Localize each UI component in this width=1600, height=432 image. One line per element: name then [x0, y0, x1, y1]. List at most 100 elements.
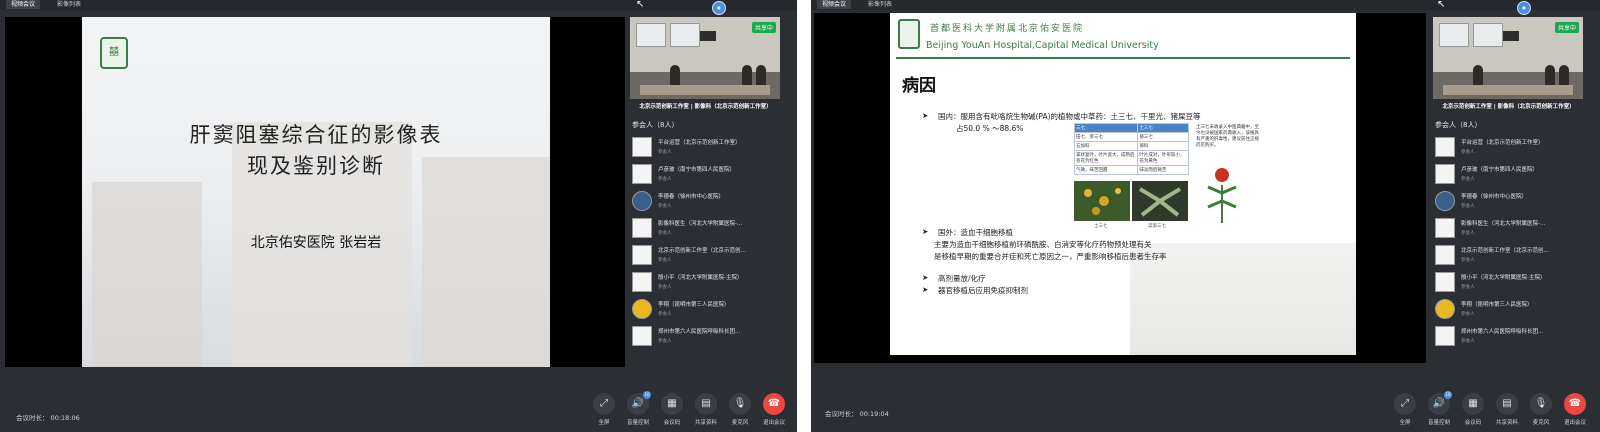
meeting-code-button[interactable]: ▦ 会议码 — [656, 393, 688, 426]
avatar — [1435, 164, 1455, 184]
share-files-button[interactable]: ▤ 共享资料 — [1491, 393, 1523, 426]
list-item[interactable]: 李德春（徐州市中心医院） 参会人 — [1435, 190, 1591, 217]
participant-name: 李翔（昆明市第三人民医院） — [658, 302, 730, 308]
participant-role: 参会人 — [1461, 285, 1475, 290]
tab-image-list[interactable]: 影像列表 — [863, 0, 897, 9]
participant-role: 参会人 — [1461, 339, 1475, 344]
presentation-slide: 囍 肝窦阻塞综合征的影像表 现及鉴别诊断 北京佑安医院 张岩岩 — [82, 17, 550, 367]
herb-comparison-table: 三七 土三七 田七、参三七 菊三七 五加科 菊科 掌状复叶，叶片宽大，成熟后有花为红色… — [1073, 123, 1189, 175]
list-item[interactable]: 殷小平（河北大学附属医院-主院） 参会人 — [632, 271, 788, 298]
tab-image-list[interactable]: 影像列表 — [52, 0, 86, 9]
bullet-arrow-icon: ➤ — [922, 273, 929, 282]
camera-caption: 北京示范创新工作室 | 影像科（北京示范创新工作室） — [639, 104, 772, 110]
camera-feed[interactable]: 共享中 — [1433, 17, 1583, 99]
volume-button[interactable]: 🔊 10 音量控制 — [1423, 391, 1455, 426]
meeting-screen-1: 视频会议 影像列表 ↖ ● 囍 肝窦阻塞综合征的影像表 现及鉴别诊断 北京佑安医… — [0, 0, 797, 432]
bullet-1-line2: 占50.0 % ～88.6% — [956, 124, 1024, 133]
list-item[interactable]: 李翔（昆明市第三人民医院） 参会人 — [632, 298, 788, 325]
plant-photo-left — [1074, 181, 1130, 221]
hang-up-icon: ☎ — [763, 393, 785, 415]
share-files-button[interactable]: ▤ 共享资料 — [690, 393, 722, 426]
slide-heading: 病因 — [902, 76, 936, 96]
list-item[interactable]: 北京示范创新工作室（北京示范创... 参会人 — [1435, 244, 1591, 271]
list-item[interactable]: 卢彦玻（南宁市第四人民医院） 参会人 — [632, 163, 788, 190]
volume-button[interactable]: 🔊 10 音量控制 — [622, 391, 654, 426]
bullet-arrow-icon: ➤ — [922, 111, 929, 120]
hospital-name-cn: 首都医科大学附属北京佑安医院 — [930, 24, 1085, 34]
avatar — [1435, 245, 1455, 265]
avatar — [632, 299, 652, 319]
user-avatar[interactable]: ● — [712, 1, 726, 15]
participant-list: 平台运营（北京示范创新工作室） 参会人 卢彦玻（南宁市第四人民医院） 参会人 李德春… — [1435, 136, 1591, 352]
participant-name: 北京示范创新工作室（北京示范创... — [1461, 248, 1549, 254]
tab-video-meeting[interactable]: 视频会议 — [6, 0, 41, 9]
participant-role: 参会人 — [1461, 150, 1475, 155]
fullscreen-button[interactable]: ⤢ 全屏 — [588, 393, 620, 426]
microphone-button[interactable]: 🎙 麦克风 — [1525, 393, 1557, 426]
fullscreen-button[interactable]: ⤢ 全屏 — [1389, 393, 1421, 426]
meeting-duration: 会议时长： 00:18:06 — [16, 414, 80, 422]
participant-role: 参会人 — [658, 204, 672, 209]
list-item[interactable]: 李翔（昆明市第三人民医院） 参会人 — [1435, 298, 1591, 325]
list-item[interactable]: 郑州市第六人民医院呼吸科长团... 参会人 — [632, 325, 788, 352]
hospital-logo-icon — [898, 19, 920, 49]
mouse-cursor-icon: ↖ — [1437, 0, 1446, 10]
leave-meeting-button[interactable]: ☎ 退出会议 — [758, 393, 790, 426]
bullet-4: 器官移植后应用免疫抑制剂 — [938, 286, 1028, 295]
avatar — [632, 137, 652, 157]
microphone-icon: 🎙 — [729, 393, 751, 415]
document-icon: ▤ — [1496, 393, 1518, 415]
leave-meeting-button[interactable]: ☎ 退出会议 — [1559, 393, 1591, 426]
slide-title-line2: 现及鉴别诊断 — [247, 154, 385, 178]
user-avatar[interactable]: ● — [1517, 1, 1531, 15]
list-item[interactable]: 平台运营（北京示范创新工作室） 参会人 — [632, 136, 788, 163]
top-tab-bar: 视频会议 影像列表 — [0, 0, 797, 10]
participant-role: 参会人 — [658, 312, 672, 317]
presentation-slide: 首都医科大学附属北京佑安医院 Beijing YouAn Hospital,Ca… — [890, 13, 1356, 355]
caption-left: 土三七 — [1094, 224, 1108, 229]
fullscreen-icon: ⤢ — [1394, 393, 1416, 415]
participant-role: 参会人 — [1461, 312, 1475, 317]
bullet-arrow-icon: ➤ — [922, 227, 929, 236]
participant-name: 影像科医生（河北大学附属医院-... — [1461, 221, 1546, 227]
list-item[interactable]: 平台运营（北京示范创新工作室） 参会人 — [1435, 136, 1591, 163]
participant-role: 参会人 — [658, 258, 672, 263]
participant-role: 参会人 — [658, 285, 672, 290]
participant-name: 北京示范创新工作室（北京示范创... — [658, 248, 746, 254]
participant-role: 参会人 — [658, 177, 672, 182]
slide-title-line1: 肝窦阻塞综合征的影像表 — [189, 123, 443, 147]
hang-up-icon: ☎ — [1564, 393, 1586, 415]
volume-badge: 10 — [643, 391, 651, 399]
tab-video-meeting[interactable]: 视频会议 — [817, 0, 852, 9]
participant-name: 郑州市第六人民医院呼吸科长团... — [658, 329, 741, 335]
list-item[interactable]: 郑州市第六人民医院呼吸科长团... 参会人 — [1435, 325, 1591, 352]
slide-presenter: 北京佑安医院 张岩岩 — [250, 235, 382, 251]
hospital-name-en: Beijing YouAn Hospital,Capital Medical U… — [926, 40, 1159, 51]
herb-note: 土三七未收录入中医典籍中，至今也没被国家药典收入，该植具有严重的肝毒性，建议前往… — [1196, 125, 1259, 148]
volume-badge: 10 — [1444, 391, 1452, 399]
list-item[interactable]: 卢彦玻（南宁市第四人民医院） 参会人 — [1435, 163, 1591, 190]
bullet-1-line1: 国内：服用含有吡咯烷生物碱(PA)的植物或中草药：土三七、千里光、猪屎豆等 — [938, 112, 1201, 121]
participant-name: 李德春（徐州市中心医院） — [658, 194, 725, 200]
hospital-logo-icon: 囍 — [100, 37, 128, 69]
participant-role: 参会人 — [658, 339, 672, 344]
participants-title: 参会人（8人） — [632, 121, 679, 129]
list-item[interactable]: 影像科医生（河北大学附属医院-... 参会人 — [632, 217, 788, 244]
avatar — [632, 164, 652, 184]
top-tab-bar: 视频会议 影像列表 — [811, 0, 1600, 10]
meeting-code-button[interactable]: ▦ 会议码 — [1457, 393, 1489, 426]
participant-role: 参会人 — [1461, 204, 1475, 209]
list-item[interactable]: 殷小平（河北大学附属医院-主院） 参会人 — [1435, 271, 1591, 298]
participant-name: 卢彦玻（南宁市第四人民医院） — [658, 167, 736, 173]
participant-name: 平台运营（北京示范创新工作室） — [658, 140, 741, 146]
camera-feed[interactable]: 共享中 — [630, 17, 780, 99]
bullet-3: 高剂量放/化疗 — [938, 274, 986, 283]
camera-caption: 北京示范创新工作室 | 影像科（北京示范创新工作室） — [1442, 104, 1575, 110]
document-icon: ▤ — [695, 393, 717, 415]
microphone-button[interactable]: 🎙 麦克风 — [724, 393, 756, 426]
list-item[interactable]: 李德春（徐州市中心医院） 参会人 — [632, 190, 788, 217]
participant-name: 卢彦玻（南宁市第四人民医院） — [1461, 167, 1539, 173]
qr-code-icon: ▦ — [1462, 393, 1484, 415]
list-item[interactable]: 北京示范创新工作室（北京示范创... 参会人 — [632, 244, 788, 271]
list-item[interactable]: 影像科医生（河北大学附属医院-... 参会人 — [1435, 217, 1591, 244]
